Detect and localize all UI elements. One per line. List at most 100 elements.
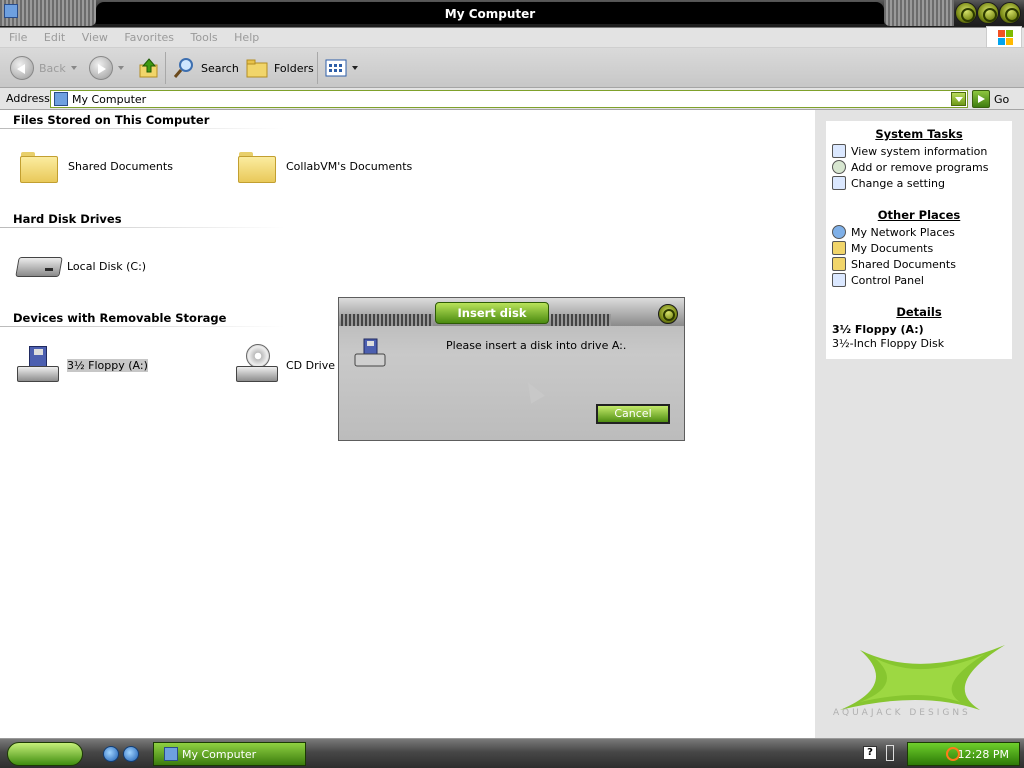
taskbar: My Computer ? 12:28 PM [0, 738, 1024, 768]
menu-favorites[interactable]: Favorites [124, 31, 174, 44]
show-desktop-icon[interactable] [123, 746, 139, 762]
menu-tools[interactable]: Tools [191, 31, 218, 44]
window-title: My Computer [444, 7, 536, 21]
group-title-hdd: Hard Disk Drives [13, 212, 122, 226]
system-info-icon [832, 144, 846, 158]
details-heading[interactable]: Details [826, 305, 1012, 319]
address-dropdown-button[interactable] [951, 92, 966, 106]
forward-dropdown-icon[interactable] [118, 66, 124, 70]
address-label: Address [6, 92, 50, 105]
item-label: Local Disk (C:) [67, 259, 147, 273]
views-dropdown-icon[interactable] [352, 66, 358, 70]
forward-button[interactable] [89, 55, 124, 81]
group-divider [0, 128, 285, 129]
folders-label: Folders [274, 61, 314, 75]
menu-bar: File Edit View Favorites Tools Help [0, 28, 1024, 48]
link-label: My Network Places [851, 225, 955, 239]
dialog-message: Please insert a disk into drive A:. [446, 339, 627, 352]
dialog-title-bar[interactable]: Insert disk [339, 298, 684, 326]
cancel-button[interactable]: Cancel [596, 404, 670, 424]
search-tray-icon[interactable] [946, 747, 960, 761]
toolbar: Back Search Folders [0, 48, 1024, 88]
link-label: View system information [851, 144, 988, 158]
add-remove-programs-icon [832, 160, 846, 174]
dialog-title-decoration [551, 314, 611, 326]
link-change-setting[interactable]: Change a setting [832, 176, 945, 190]
start-button[interactable] [7, 742, 83, 766]
folders-icon [246, 59, 268, 78]
my-documents-icon [832, 241, 846, 255]
search-button[interactable]: Search [172, 55, 239, 81]
back-dropdown-icon[interactable] [70, 66, 77, 70]
folder-icon [237, 150, 276, 183]
toolbar-separator [165, 52, 166, 84]
link-shared-documents[interactable]: Shared Documents [832, 257, 956, 271]
list-item-floppy-drive[interactable]: 3½ Floppy (A:) [15, 344, 148, 386]
network-places-icon [832, 225, 846, 239]
task-pane: System Tasks View system information Add… [815, 110, 1024, 738]
back-button[interactable]: Back [10, 55, 77, 81]
address-value: My Computer [72, 92, 147, 106]
item-label: CollabVM's Documents [286, 159, 413, 173]
go-arrow-icon [972, 90, 990, 108]
group-title-files: Files Stored on This Computer [13, 113, 210, 127]
go-button[interactable]: Go [972, 90, 1009, 108]
list-item-local-disk[interactable]: Local Disk (C:) [15, 253, 146, 279]
link-view-system-information[interactable]: View system information [832, 144, 987, 158]
cd-drive-icon [234, 344, 280, 386]
dialog-title-decoration [341, 314, 433, 326]
address-bar: Address My Computer Go [0, 88, 1024, 110]
back-arrow-icon [10, 56, 34, 80]
folder-icon [19, 150, 58, 183]
dialog-close-button[interactable] [658, 304, 678, 324]
menu-view[interactable]: View [82, 31, 108, 44]
search-label: Search [201, 61, 239, 75]
link-my-documents[interactable]: My Documents [832, 241, 933, 255]
up-folder-icon [139, 58, 158, 78]
link-label: My Documents [851, 241, 934, 255]
my-computer-icon [164, 747, 178, 761]
menu-file[interactable]: File [9, 31, 27, 44]
menu-help[interactable]: Help [234, 31, 259, 44]
group-divider [0, 326, 285, 327]
close-button[interactable] [999, 2, 1021, 24]
forward-arrow-icon [89, 56, 113, 80]
title-bar[interactable]: My Computer [0, 0, 1024, 28]
my-computer-icon[interactable] [4, 4, 18, 18]
address-input[interactable]: My Computer [50, 90, 968, 108]
other-places-heading[interactable]: Other Places [826, 208, 1012, 222]
system-clock[interactable]: 12:28 PM [907, 742, 1020, 766]
network-status-icon[interactable] [886, 745, 894, 761]
link-label: Shared Documents [851, 257, 956, 271]
internet-explorer-icon[interactable] [103, 746, 119, 762]
item-label: 3½ Floppy (A:) [67, 358, 148, 372]
menu-edit[interactable]: Edit [44, 31, 65, 44]
link-my-network-places[interactable]: My Network Places [832, 225, 955, 239]
link-control-panel[interactable]: Control Panel [832, 273, 924, 287]
details-type: 3½-Inch Floppy Disk [832, 337, 945, 350]
up-button[interactable] [138, 55, 160, 81]
search-icon [173, 58, 193, 78]
list-item-shared-documents[interactable]: Shared Documents [19, 150, 173, 183]
list-item-collabvm-documents[interactable]: CollabVM's Documents [237, 150, 413, 183]
help-icon[interactable]: ? [863, 746, 877, 760]
maximize-button[interactable] [977, 2, 999, 24]
minimize-button[interactable] [955, 2, 977, 24]
hard-disk-icon [15, 253, 61, 279]
folders-button[interactable]: Folders [245, 55, 314, 81]
insert-disk-dialog: Insert disk Please insert a disk into dr… [338, 297, 685, 441]
clock-time: 12:28 PM [957, 747, 1009, 761]
item-label: Shared Documents [68, 159, 173, 173]
link-add-remove-programs[interactable]: Add or remove programs [832, 160, 989, 174]
floppy-drive-icon [353, 338, 387, 375]
taskbar-button-my-computer[interactable]: My Computer [153, 742, 306, 766]
list-item-cd-drive[interactable]: CD Drive (D [234, 344, 351, 386]
views-button[interactable] [325, 55, 358, 81]
control-panel-icon [832, 273, 846, 287]
system-tasks-heading[interactable]: System Tasks [826, 127, 1012, 141]
floppy-drive-icon [15, 344, 61, 386]
go-label: Go [994, 92, 1010, 106]
shared-documents-icon [832, 257, 846, 271]
link-label: Control Panel [851, 273, 924, 287]
title-bar-right-decoration [884, 0, 954, 26]
